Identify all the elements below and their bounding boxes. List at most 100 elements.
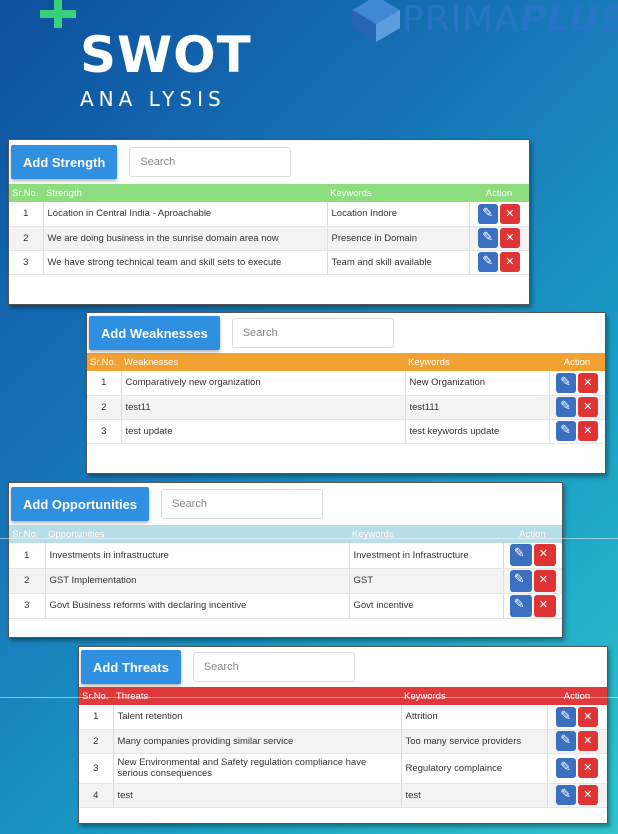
row-text: Location in Central India - Aproachable <box>43 202 328 227</box>
brand-name-plus: PLUS <box>520 0 618 40</box>
row-actions <box>469 226 529 251</box>
row-number: 3 <box>87 419 122 444</box>
pencil-icon[interactable] <box>509 569 532 592</box>
row-actions <box>549 419 605 444</box>
row-keywords: Too many service providers <box>401 729 548 754</box>
row-number: 3 <box>79 753 114 784</box>
table-row: 1 Comparatively new organization New Org… <box>87 371 605 396</box>
column-header-opportunities: Opportunities <box>45 525 349 543</box>
page-subtitle: ANA LYSIS <box>80 87 226 111</box>
opportunity-table: Sr.No. Opportunities Keywords Action 1 I… <box>9 525 562 619</box>
close-icon[interactable] <box>578 758 599 778</box>
close-icon[interactable] <box>578 731 599 751</box>
column-header-srno: Sr.No. <box>87 353 121 371</box>
table-row: 1 Investments in infrastructure Investme… <box>9 543 562 569</box>
row-actions <box>503 543 562 569</box>
pencil-icon[interactable] <box>478 252 499 272</box>
row-keywords: Govt incentive <box>349 593 504 619</box>
pencil-icon[interactable] <box>478 203 499 224</box>
row-keywords: Team and skill available <box>327 250 470 275</box>
row-keywords: test keywords update <box>405 419 550 444</box>
row-number: 2 <box>9 568 46 594</box>
strength-table: Sr.No. Strength Keywords Action 1 Locati… <box>9 184 529 275</box>
threat-table: Sr.No. Threats Keywords Action 1 Talent … <box>79 687 607 808</box>
row-text: Investments in infrastructure <box>45 543 350 569</box>
row-number: 1 <box>9 202 44 227</box>
close-icon[interactable] <box>578 372 599 393</box>
row-actions <box>469 250 529 275</box>
row-number: 3 <box>9 593 46 619</box>
row-number: 3 <box>9 250 44 275</box>
row-text: We have strong technical team and skill … <box>43 250 328 275</box>
row-keywords: New Organization <box>405 371 550 396</box>
close-icon[interactable] <box>500 228 521 248</box>
table-row: 2 Many companies providing similar servi… <box>79 729 607 754</box>
pencil-icon[interactable] <box>556 372 577 393</box>
close-icon[interactable] <box>578 785 599 805</box>
row-actions <box>547 783 607 808</box>
close-icon[interactable] <box>500 203 521 224</box>
column-header-srno: Sr.No. <box>9 525 45 543</box>
row-text: Comparatively new organization <box>121 371 406 396</box>
row-text: Many companies providing similar service <box>113 729 402 754</box>
row-text: We are doing business in the sunrise dom… <box>43 226 328 251</box>
close-icon[interactable] <box>578 397 599 417</box>
pencil-icon[interactable] <box>509 594 532 617</box>
add-opportunities-button[interactable]: Add Opportunities <box>11 487 150 521</box>
table-row: 3 Govt Business reforms with declaring i… <box>9 593 562 619</box>
pencil-icon[interactable] <box>556 706 577 727</box>
pencil-icon[interactable] <box>556 731 577 751</box>
threat-search-input[interactable]: Search <box>192 652 355 682</box>
guide-line <box>0 538 618 539</box>
pencil-icon[interactable] <box>556 421 577 441</box>
row-text: test <box>113 783 402 808</box>
row-actions <box>503 593 562 619</box>
row-keywords: Attrition <box>401 705 548 730</box>
add-threats-button[interactable]: Add Threats <box>81 650 181 684</box>
brand-logo: PRIMAPLUS <box>346 0 618 44</box>
row-text: Govt Business reforms with declaring inc… <box>45 593 350 619</box>
pencil-icon[interactable] <box>478 228 499 248</box>
table-row: 2 We are doing business in the sunrise d… <box>9 226 529 251</box>
column-header-keywords: Keywords <box>327 184 469 202</box>
opportunity-search-input[interactable]: Search <box>161 489 324 519</box>
pencil-icon[interactable] <box>556 397 577 417</box>
row-actions <box>547 729 607 754</box>
guide-line <box>0 697 618 698</box>
row-number: 2 <box>9 226 44 251</box>
table-row: 1 Talent retention Attrition <box>79 705 607 730</box>
add-weaknesses-button[interactable]: Add Weaknesses <box>89 316 220 350</box>
close-icon[interactable] <box>500 252 521 272</box>
pencil-icon[interactable] <box>556 758 577 778</box>
table-row: 3 New Environmental and Safety regulatio… <box>79 753 607 784</box>
cube-logo-icon <box>352 0 400 42</box>
column-header-action: Action <box>547 687 607 705</box>
row-actions <box>469 202 529 227</box>
table-row: 1 Location in Central India - Aproachabl… <box>9 202 529 227</box>
row-actions <box>547 753 607 784</box>
row-number: 1 <box>9 543 46 569</box>
weakness-search-input[interactable]: Search <box>231 318 394 348</box>
weakness-panel: Add Weaknesses Search Sr.No. Weaknesses … <box>86 312 606 474</box>
table-row: 2 GST Implementation GST <box>9 568 562 594</box>
row-keywords: test111 <box>405 395 550 420</box>
row-number: 1 <box>79 705 114 730</box>
row-text: test update <box>121 419 406 444</box>
close-icon[interactable] <box>533 544 556 567</box>
row-actions <box>549 371 605 396</box>
row-keywords: test <box>401 783 548 808</box>
column-header-keywords: Keywords <box>401 687 547 705</box>
pencil-icon[interactable] <box>509 544 532 567</box>
close-icon[interactable] <box>578 706 599 727</box>
close-icon[interactable] <box>578 421 599 441</box>
pencil-icon[interactable] <box>556 785 577 805</box>
close-icon[interactable] <box>533 569 556 592</box>
row-number: 1 <box>87 371 122 396</box>
strength-search-input[interactable]: Search <box>129 147 292 177</box>
row-text: test11 <box>121 395 406 420</box>
table-row: 2 test11 test111 <box>87 395 605 420</box>
row-keywords: Location Indore <box>327 202 470 227</box>
add-strength-button[interactable]: Add Strength <box>11 145 118 179</box>
close-icon[interactable] <box>533 594 556 617</box>
row-number: 2 <box>87 395 122 420</box>
